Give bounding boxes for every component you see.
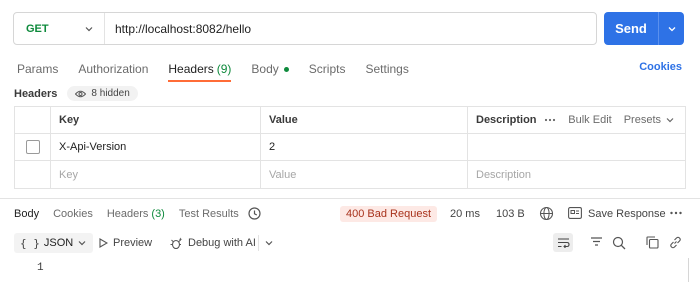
header-value-cell[interactable]: 2: [261, 134, 468, 160]
hidden-headers-label: 8 hidden: [91, 88, 130, 99]
chevron-down-icon: [78, 241, 86, 246]
tab-label: Scripts: [308, 62, 346, 76]
format-select[interactable]: { } JSON: [14, 233, 94, 253]
more-horizontal-icon[interactable]: [544, 118, 556, 122]
response-tabs: Body Cookies Headers (3) Test Results: [14, 208, 253, 220]
send-label: Send: [615, 21, 647, 36]
headers-section-title: Headers: [14, 87, 58, 100]
chevron-down-icon: [668, 26, 675, 31]
debug-divider: [258, 235, 259, 251]
method-select[interactable]: GET: [14, 13, 105, 44]
search-icon[interactable]: [612, 236, 626, 250]
tab-response-cookies[interactable]: Cookies: [53, 208, 93, 220]
response-divider[interactable]: [0, 198, 700, 199]
send-options-button[interactable]: [659, 12, 684, 45]
cookies-link[interactable]: Cookies: [639, 61, 682, 73]
history-icon[interactable]: [247, 206, 262, 221]
response-size[interactable]: 103 B: [496, 208, 525, 220]
line-number: 1: [37, 262, 44, 274]
header-key-cell[interactable]: X-Api-Version: [51, 134, 261, 160]
row-checkbox-cell: [15, 134, 51, 160]
column-header-value: Value: [261, 107, 468, 133]
copy-icon[interactable]: [646, 236, 659, 249]
row-checkbox[interactable]: [25, 140, 40, 154]
presets-dropdown[interactable]: Presets: [624, 114, 675, 126]
tab-label: Test Results: [178, 208, 239, 220]
table-tools: Bulk Edit Presets: [544, 114, 675, 126]
wrap-lines-button[interactable]: [553, 233, 573, 252]
description-placeholder[interactable]: Description: [468, 161, 685, 188]
column-header-description: Description: [476, 114, 537, 126]
tab-body[interactable]: Body: [251, 59, 289, 79]
bug-ai-icon: [170, 237, 183, 249]
response-headers-count: (3): [151, 208, 165, 220]
url-bar: GET: [13, 12, 597, 45]
column-header-key: Key: [51, 107, 261, 133]
format-label: JSON: [43, 237, 74, 249]
debug-with-ai-button[interactable]: Debug with AI: [170, 233, 256, 253]
tab-label: Cookies: [53, 208, 93, 220]
preview-label: Preview: [113, 237, 153, 249]
value-placeholder[interactable]: Value: [261, 161, 468, 188]
save-response-icon: [568, 207, 582, 219]
url-input[interactable]: [105, 13, 596, 44]
chevron-down-icon[interactable]: [264, 238, 274, 248]
presets-label: Presets: [623, 114, 661, 126]
bulk-edit-button[interactable]: Bulk Edit: [568, 114, 611, 126]
play-icon: [99, 238, 108, 248]
debug-label: Debug with AI: [188, 237, 256, 249]
wrap-lines-icon: [557, 238, 570, 248]
eye-icon: [75, 90, 87, 97]
more-horizontal-icon[interactable]: [669, 207, 683, 219]
tab-scripts[interactable]: Scripts: [309, 59, 346, 79]
tab-response-headers[interactable]: Headers (3): [107, 208, 165, 220]
tab-test-results[interactable]: Test Results: [179, 208, 239, 220]
headers-count: (9): [216, 62, 232, 76]
tab-label: Params: [17, 62, 59, 76]
tab-label: Headers: [168, 62, 214, 76]
tab-label: Authorization: [78, 62, 149, 76]
table-row-placeholder: Key Value Description: [15, 161, 685, 188]
tab-response-body[interactable]: Body: [14, 208, 39, 220]
send-button[interactable]: Send: [604, 12, 684, 45]
link-icon[interactable]: [669, 236, 682, 249]
table-header-check: [15, 107, 51, 133]
body-indicator-dot: [283, 66, 289, 72]
tab-headers[interactable]: Headers (9): [168, 59, 232, 82]
header-description-cell[interactable]: [468, 134, 685, 160]
chevron-down-icon: [666, 118, 674, 123]
tab-params[interactable]: Params: [17, 59, 58, 79]
table-header-row: Key Value Description Bulk Edit Presets: [15, 107, 685, 134]
tab-authorization[interactable]: Authorization: [78, 59, 148, 79]
table-row: X-Api-Version 2: [15, 134, 685, 161]
key-placeholder[interactable]: Key: [51, 161, 261, 188]
chevron-down-icon: [85, 26, 93, 31]
tab-label: Body: [251, 62, 279, 76]
json-braces-icon: { }: [20, 236, 40, 250]
column-header-description-cell: Description Bulk Edit Presets: [468, 107, 685, 133]
method-label: GET: [26, 22, 49, 35]
tab-label: Body: [14, 208, 40, 220]
hidden-headers-toggle[interactable]: 8 hidden: [67, 86, 138, 101]
editor-scrollbar[interactable]: [688, 258, 689, 282]
save-response-button[interactable]: Save Response: [588, 208, 666, 220]
placeholder-check-cell: [15, 161, 51, 188]
tab-label: Headers: [106, 208, 149, 220]
status-badge[interactable]: 400 Bad Request: [340, 206, 438, 222]
globe-icon[interactable]: [539, 206, 554, 221]
response-time[interactable]: 20 ms: [450, 208, 480, 220]
headers-table: Key Value Description Bulk Edit Presets …: [14, 106, 686, 189]
tab-label: Settings: [365, 62, 409, 76]
request-tabs: Params Authorization Headers (9) Body Scr…: [17, 59, 429, 82]
headers-section-header: Headers 8 hidden: [14, 86, 138, 101]
tab-settings[interactable]: Settings: [365, 59, 408, 79]
preview-button[interactable]: Preview: [99, 233, 152, 253]
filter-icon[interactable]: [590, 236, 603, 247]
